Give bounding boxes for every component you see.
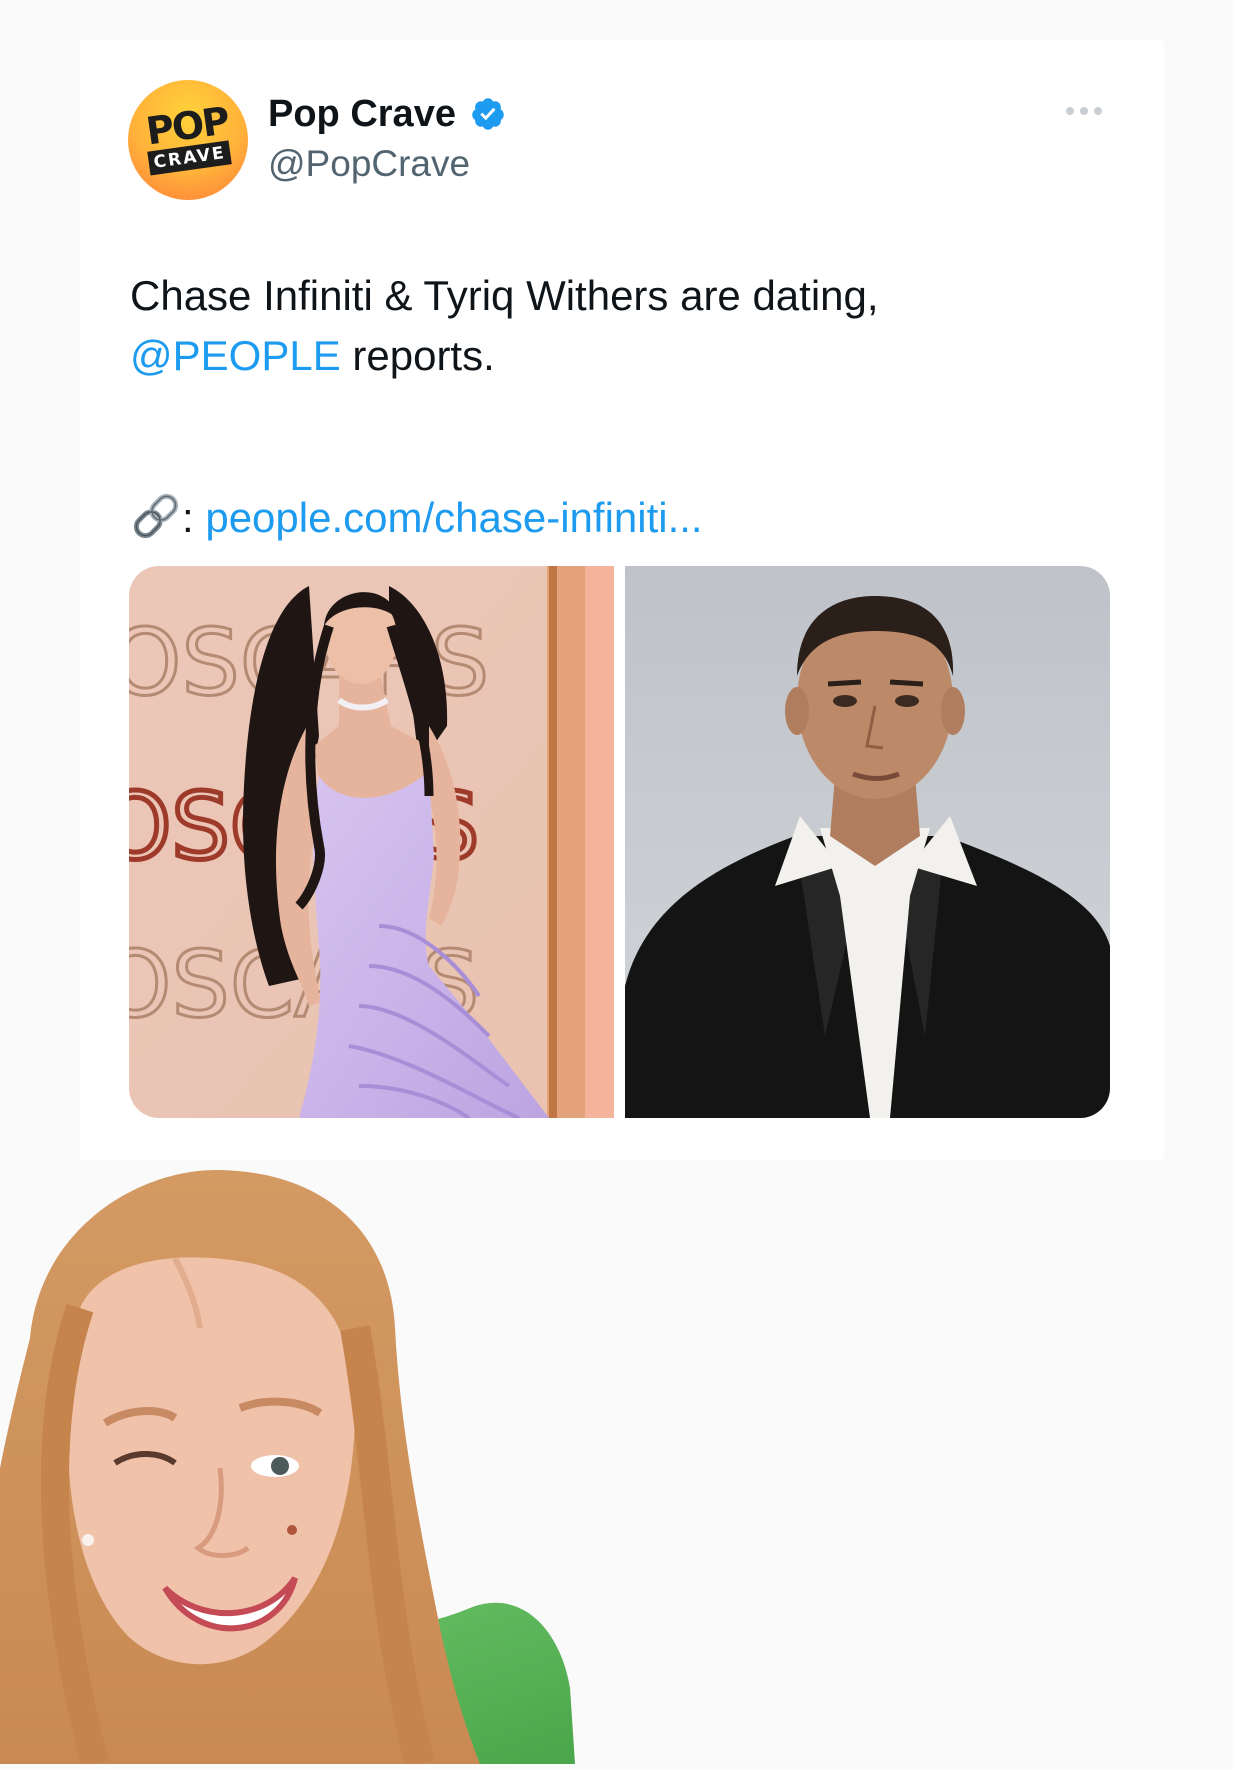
reactor-cutout-photo — [0, 1168, 580, 1768]
link-separator: : — [182, 494, 206, 541]
tweet-card[interactable]: POP CRAVE Pop Crave @PopCrave Chase Infi… — [80, 40, 1164, 1160]
article-link[interactable]: people.com/chase-infiniti... — [205, 494, 702, 541]
tweet-text-end: reports. — [340, 332, 495, 379]
author-avatar[interactable]: POP CRAVE — [128, 80, 248, 200]
reactor-image — [0, 1169, 575, 1768]
more-options-icon[interactable] — [1064, 104, 1104, 118]
pop-crave-logo: POP CRAVE — [142, 99, 235, 179]
tyriq-withers-image — [625, 566, 1110, 1118]
author-display-name[interactable]: Pop Crave — [268, 92, 456, 136]
link-icon — [133, 493, 179, 539]
verified-badge-icon — [472, 98, 504, 130]
author-handle[interactable]: @PopCrave — [268, 142, 470, 186]
photo-tyriq-withers[interactable] — [625, 566, 1110, 1118]
chase-infiniti-image: OSCARS OSCARS OSCARS OSCARS — [129, 566, 614, 1118]
tweet-link-line: : people.com/chase-infiniti... — [130, 488, 703, 548]
media-grid[interactable]: OSCARS OSCARS OSCARS OSCARS — [129, 566, 1110, 1118]
tweet-text-line1: Chase Infiniti & Tyriq Withers are datin… — [130, 272, 879, 319]
tweet-body: Chase Infiniti & Tyriq Withers are datin… — [130, 266, 1130, 386]
people-mention-link[interactable]: @PEOPLE — [130, 332, 341, 379]
photo-chase-infiniti[interactable]: OSCARS OSCARS OSCARS OSCARS — [129, 566, 614, 1118]
